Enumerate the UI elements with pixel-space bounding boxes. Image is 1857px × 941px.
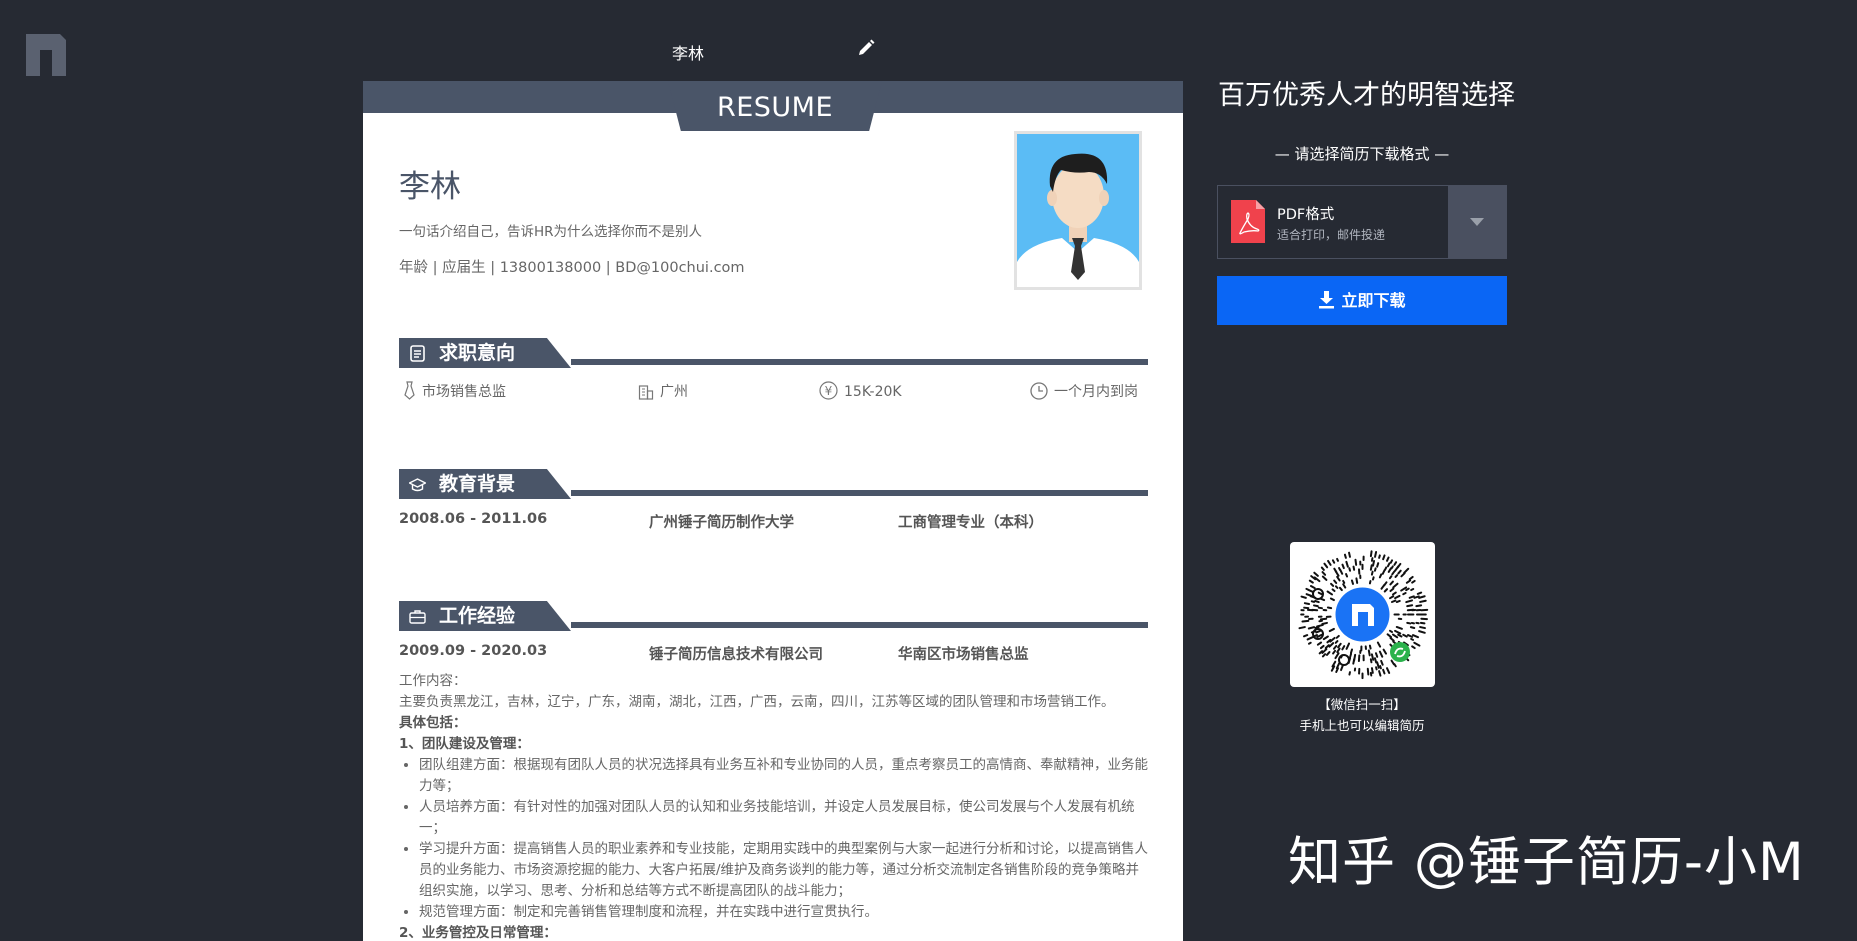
format-title: PDF格式 [1277,203,1334,224]
section-header-education: 教育背景 [399,469,1148,499]
avatar [1014,131,1142,290]
format-subtitle: 适合打印，邮件投递 [1277,226,1385,243]
edit-pencil-icon[interactable] [856,38,876,58]
candidate-name: 李林 [399,161,461,206]
section-title: 教育背景 [439,469,515,499]
work-content-label: 工作内容： [399,671,1149,692]
intent-position: 市场销售总监 [403,381,506,401]
candidate-tagline: 一句话介绍自己，告诉HR为什么选择你而不是别人 [399,220,702,240]
format-dropdown-toggle[interactable] [1448,186,1506,258]
section-header-work: 工作经验 [399,601,1148,631]
yen-icon: ¥ [819,381,838,400]
resume-name-title[interactable]: 李林 [672,40,704,64]
intent-position-text: 市场销售总监 [422,384,506,400]
building-icon [638,384,654,400]
svg-text:¥: ¥ [825,384,833,398]
work-subheading: 1、团队建设及管理： [399,734,1149,755]
download-label: 立即下载 [1341,291,1405,310]
candidate-contact: 年龄 | 应届生 | 13800138000 | BD@100chui.com [399,256,745,277]
slogan: 百万优秀人才的明智选择 [1218,73,1515,112]
graduation-cap-icon [409,476,426,493]
document-icon [409,345,426,362]
qr-code-icon [1290,542,1435,687]
work-title: 华南区市场销售总监 [898,643,1029,664]
resume-header-label: RESUME [668,81,882,131]
section-title: 工作经验 [439,601,515,631]
chevron-down-icon [1470,218,1484,226]
work-includes: 具体包括： [399,713,1149,734]
intent-city-text: 广州 [660,384,688,400]
tie-icon [403,381,416,400]
education-period: 2008.06 - 2011.06 [399,511,547,527]
work-summary: 主要负责黑龙江，吉林，辽宁，广东，湖南，湖北，江西，广西，云南，四川，江苏等区域… [399,692,1149,713]
download-button[interactable]: 立即下载 [1217,276,1507,325]
list-item: 学习提升方面：提高销售人员的职业素养和专业技能，定期用实践中的典型案例与大家一起… [419,839,1149,902]
download-icon [1318,291,1335,309]
watermark: 知乎 @锤子简历-小M [1288,820,1805,896]
qr-caption-edit: 手机上也可以编辑简历 [1217,715,1507,734]
resume-preview: RESUME 李林 一句话介绍自己，告诉HR为什么选择你而不是别人 年龄 | 应… [363,81,1183,941]
qr-caption-scan: 【微信扫一扫】 [1217,694,1507,713]
work-description: 工作内容： 主要负责黑龙江，吉林，辽宁，广东，湖南，湖北，江西，广西，云南，四川… [399,671,1149,941]
choose-format-label: — 请选择简历下载格式 — [1217,143,1507,164]
education-school: 广州锤子简历制作大学 [649,511,794,532]
logo-icon[interactable] [26,34,66,76]
intent-salary: ¥ 15K-20K [819,381,902,400]
education-major: 工商管理专业（本科） [898,511,1043,532]
list-item: 人员培养方面：有针对性的加强对团队人员的认知和业务技能培训，并设定人员发展目标，… [419,797,1149,839]
clock-icon [1030,382,1048,400]
section-title: 求职意向 [439,338,515,368]
list-item: 规范管理方面：制定和完善销售管理制度和流程，并在实践中进行宣贯执行。 [419,902,1149,923]
section-header-intent: 求职意向 [399,338,1148,368]
work-bullet-list: 团队组建方面：根据现有团队人员的状况选择具有业务互补和专业协同的人员，重点考察员… [399,755,1149,923]
briefcase-icon [409,608,426,625]
intent-availability: 一个月内到岗 [1030,381,1138,401]
format-select[interactable]: PDF格式 适合打印，邮件投递 [1217,185,1507,259]
pdf-icon [1231,200,1265,243]
work-company: 锤子简历信息技术有限公司 [649,643,823,664]
intent-availability-text: 一个月内到岗 [1054,384,1138,400]
intent-salary-text: 15K-20K [844,384,902,400]
work-subheading: 2、业务管控及日常管理： [399,923,1149,941]
list-item: 团队组建方面：根据现有团队人员的状况选择具有业务互补和专业协同的人员，重点考察员… [419,755,1149,797]
work-period: 2009.09 - 2020.03 [399,643,547,659]
intent-city: 广州 [638,381,688,401]
